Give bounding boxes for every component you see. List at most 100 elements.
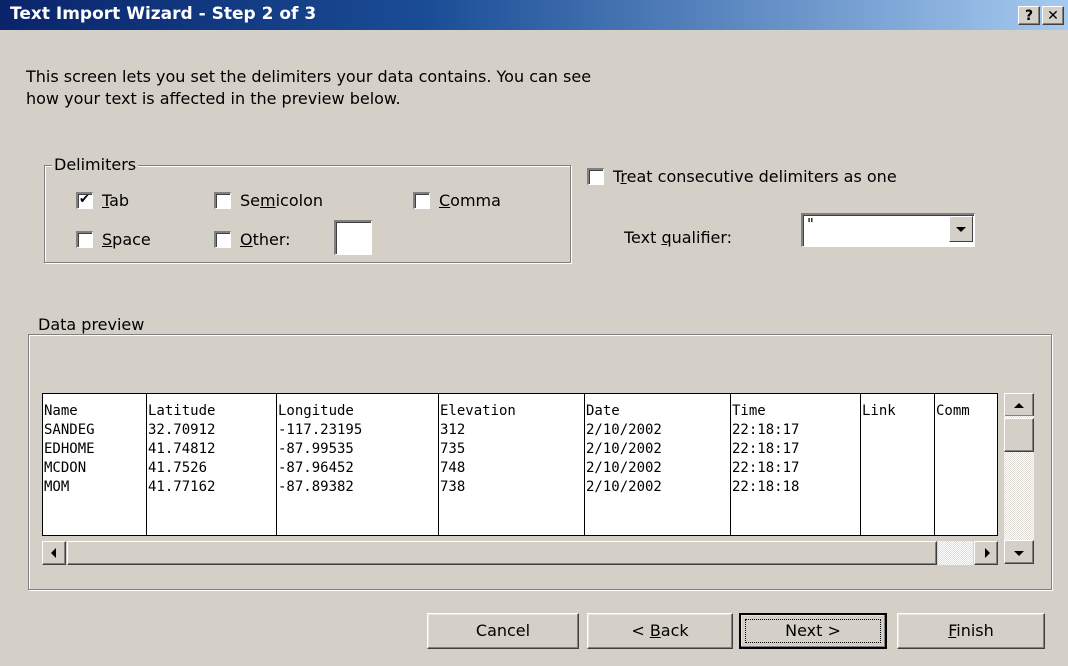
table-cell: 2/10/2002 — [586, 441, 662, 457]
semicolon-checkbox[interactable]: Semicolon — [214, 191, 323, 210]
column-header: Link — [862, 403, 896, 419]
table-cell — [935, 478, 997, 497]
table-cell — [861, 478, 934, 497]
treat-consecutive-checkbox[interactable]: Treat consecutive delimiters as one — [587, 167, 897, 186]
table-cell — [861, 440, 934, 459]
next-button[interactable]: Next > — [739, 613, 887, 649]
text-import-wizard-dialog: Text Import Wizard - Step 2 of 3 ? ✕ Thi… — [0, 0, 1068, 666]
preview-column[interactable]: Name SANDEG EDHOME MCDON MOM — [43, 394, 147, 535]
comma-checkbox-label: Comma — [439, 191, 501, 210]
comma-checkbox-box[interactable] — [413, 192, 430, 209]
table-cell: 2/10/2002 — [586, 460, 662, 476]
arrow-left-icon — [51, 548, 56, 558]
preview-column[interactable]: Longitude -117.23195 -87.99535 -87.96452… — [277, 394, 439, 535]
delimiters-legend: Delimiters — [52, 155, 139, 174]
cancel-button[interactable]: Cancel — [427, 613, 579, 649]
finish-button[interactable]: Finish — [897, 613, 1045, 649]
data-preview-table[interactable]: Name SANDEG EDHOME MCDON MOM Latitude 32… — [42, 393, 998, 536]
tab-checkbox-label: Tab — [102, 191, 130, 210]
intro-text: This screen lets you set the delimiters … — [26, 66, 826, 110]
column-header: Date — [586, 403, 620, 419]
preview-column[interactable]: Date 2/10/2002 2/10/2002 2/10/2002 2/10/… — [585, 394, 731, 535]
hscroll-track[interactable] — [42, 541, 998, 565]
vscroll-down-button[interactable] — [1004, 540, 1034, 564]
focus-rect — [745, 619, 881, 643]
hscroll-right-button[interactable] — [974, 541, 998, 565]
table-cell — [935, 440, 997, 459]
table-cell — [935, 421, 997, 440]
vscroll-up-button[interactable] — [1004, 393, 1034, 417]
table-cell: 738 — [440, 479, 466, 495]
table-cell: -87.96452 — [278, 460, 354, 476]
text-qualifier-label: Text qualifier: — [624, 228, 733, 247]
table-cell: SANDEG — [44, 422, 95, 438]
table-cell: 32.70912 — [148, 422, 216, 438]
semicolon-checkbox-label: Semicolon — [240, 191, 323, 210]
preview-column[interactable]: Time 22:18:17 22:18:17 22:18:17 22:18:18 — [731, 394, 861, 535]
tab-checkbox-box[interactable]: ✔ — [76, 192, 93, 209]
table-cell: 2/10/2002 — [586, 422, 662, 438]
semicolon-checkbox-box[interactable] — [214, 192, 231, 209]
hscroll-thumb[interactable] — [67, 541, 937, 565]
table-cell: 22:18:17 — [732, 422, 800, 438]
comma-checkbox[interactable]: Comma — [413, 191, 501, 210]
other-checkbox-box[interactable] — [214, 231, 231, 248]
table-cell: 735 — [440, 441, 466, 457]
text-qualifier-value: " — [807, 215, 814, 233]
treat-consecutive-checkbox-box[interactable] — [587, 168, 604, 185]
table-cell — [861, 421, 934, 440]
arrow-up-icon — [1014, 403, 1024, 408]
table-cell: MOM — [44, 479, 70, 495]
table-cell — [935, 459, 997, 478]
table-cell: 22:18:17 — [732, 460, 800, 476]
intro-line-1: This screen lets you set the delimiters … — [26, 67, 592, 86]
column-header: Time — [732, 403, 766, 419]
column-header: Longitude — [278, 403, 354, 419]
preview-column[interactable]: Latitude 32.70912 41.74812 41.7526 41.77… — [147, 394, 277, 535]
other-checkbox-label: Other: — [240, 230, 291, 249]
space-checkbox[interactable]: Space — [76, 230, 151, 249]
column-header: Latitude — [148, 403, 216, 419]
column-header: Elevation — [440, 403, 516, 419]
hscroll-track-remaining[interactable] — [938, 541, 973, 565]
close-button[interactable]: ✕ — [1042, 6, 1064, 25]
text-qualifier-select[interactable]: " — [801, 213, 975, 247]
column-header: Comm — [936, 403, 970, 419]
table-cell: 22:18:17 — [732, 441, 800, 457]
tab-checkbox[interactable]: ✔ Tab — [76, 191, 129, 210]
preview-column[interactable]: Comm — [935, 394, 997, 535]
table-cell: -87.89382 — [278, 479, 354, 495]
table-cell: EDHOME — [44, 441, 95, 457]
column-header: Name — [44, 403, 78, 419]
intro-line-2: how your text is affected in the preview… — [26, 89, 401, 108]
table-cell: MCDON — [44, 460, 87, 476]
hscroll-left-button[interactable] — [42, 541, 66, 565]
preview-column[interactable]: Elevation 312 735 748 738 — [439, 394, 585, 535]
chevron-down-icon — [956, 227, 966, 232]
table-cell: 41.74812 — [148, 441, 216, 457]
arrow-right-icon — [985, 548, 990, 558]
table-cell: 748 — [440, 460, 466, 476]
table-cell: -117.23195 — [278, 422, 363, 438]
help-button[interactable]: ? — [1018, 6, 1040, 25]
table-cell: -87.99535 — [278, 441, 354, 457]
space-checkbox-label: Space — [102, 230, 151, 249]
title-bar[interactable]: Text Import Wizard - Step 2 of 3 ? ✕ — [0, 0, 1068, 30]
other-checkbox[interactable]: Other: — [214, 230, 291, 249]
other-delimiter-input[interactable] — [334, 220, 372, 255]
table-cell: 312 — [440, 422, 466, 438]
vscroll-thumb[interactable] — [1004, 418, 1034, 452]
arrow-down-icon — [1014, 551, 1024, 556]
text-qualifier-dropdown-button[interactable] — [949, 216, 973, 242]
table-cell: 2/10/2002 — [586, 479, 662, 495]
table-cell: 41.7526 — [148, 460, 208, 476]
table-cell: 41.77162 — [148, 479, 216, 495]
check-icon: ✔ — [79, 192, 90, 207]
space-checkbox-box[interactable] — [76, 231, 93, 248]
table-cell — [861, 459, 934, 478]
back-button[interactable]: < Back — [587, 613, 733, 649]
treat-consecutive-label: Treat consecutive delimiters as one — [613, 167, 897, 186]
table-cell: 22:18:18 — [732, 479, 800, 495]
preview-column[interactable]: Link — [861, 394, 935, 535]
window-title: Text Import Wizard - Step 2 of 3 — [10, 4, 317, 24]
